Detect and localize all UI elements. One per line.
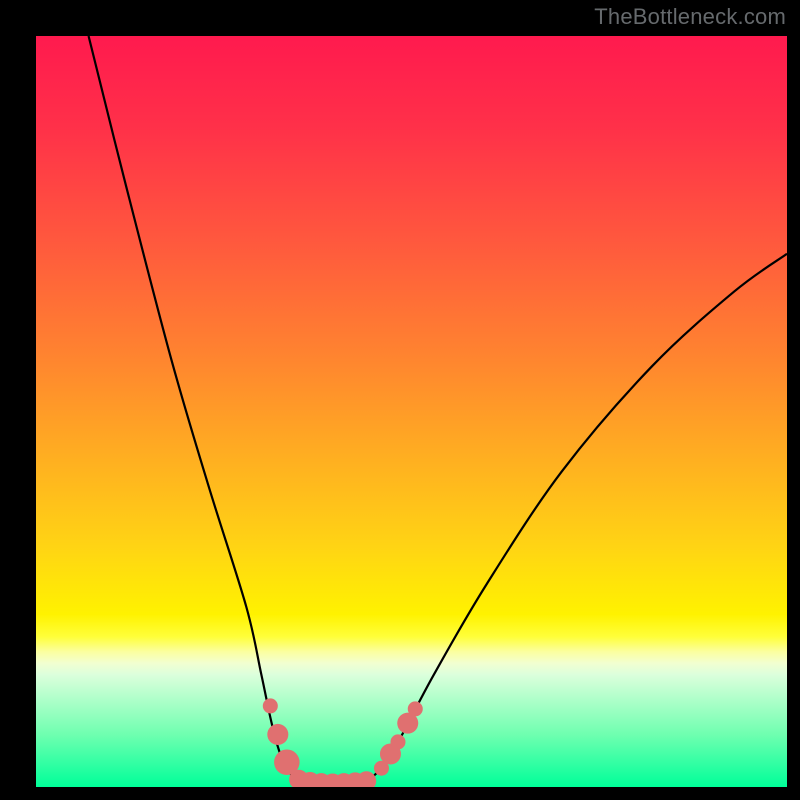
watermark-text: TheBottleneck.com: [594, 4, 786, 30]
curve-marker: [390, 734, 405, 749]
curve-markers: [263, 698, 423, 787]
curve-marker: [263, 698, 278, 713]
curve-marker: [267, 724, 288, 745]
chart-frame: TheBottleneck.com: [0, 0, 800, 800]
curve-marker: [408, 701, 423, 716]
plot-area: [36, 36, 787, 787]
bottleneck-curve: [36, 36, 787, 787]
curve-line: [89, 36, 787, 784]
